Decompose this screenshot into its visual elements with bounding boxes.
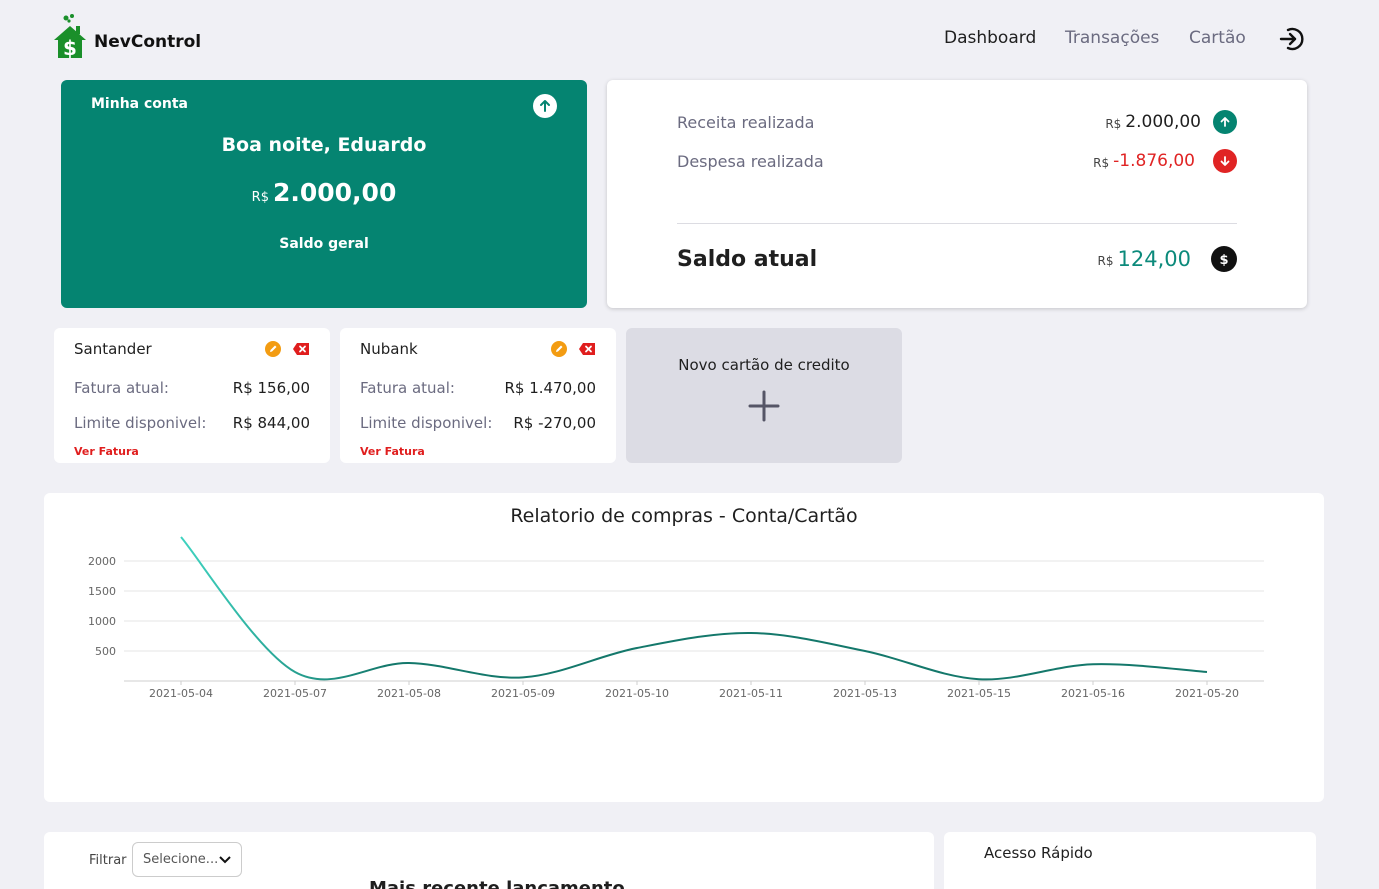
credit-card-santander: Santander Fatura atual: R$ 156,00 Limite… [54,328,330,463]
recent-title: Mais recente lançamento [369,878,625,889]
view-invoice-link[interactable]: Ver Fatura [360,445,425,458]
currency-symbol: R$ [1093,156,1110,170]
limit-label: Limite disponivel: [74,414,207,432]
balance-value: 124,00 [1117,247,1191,271]
limit-label: Limite disponivel: [360,414,493,432]
currency-symbol: R$ [251,190,269,205]
currency-symbol: R$ [1097,254,1114,268]
limit-row: Limite disponivel: R$ -270,00 [360,414,596,432]
x-tick-label: 2021-05-07 [263,687,327,700]
invoice-value: R$ 1.470,00 [504,379,596,397]
limit-value: R$ 844,00 [232,414,310,432]
view-invoice-link[interactable]: Ver Fatura [74,445,139,458]
account-label: Minha conta [91,96,189,112]
account-card: Minha conta Boa noite, Eduardo R$ 2.000,0… [61,80,587,308]
svg-text:$: $ [1219,253,1228,266]
invoice-label: Fatura atual: [74,379,169,397]
quick-access-title: Acesso Rápido [984,844,1093,862]
y-tick-label: 1000 [88,615,116,628]
edit-icon[interactable] [551,341,567,357]
expense-value: -1.876,00 [1113,151,1195,171]
series-line [180,536,1208,681]
plus-icon [748,390,780,422]
invoice-label: Fatura atual: [360,379,455,397]
y-tick-label: 500 [95,645,116,658]
card-name: Nubank [360,340,418,358]
purchases-chart-card: Relatorio de compras - Conta/Cartão 500 1… [44,493,1324,802]
currency-symbol: R$ [1105,117,1122,131]
x-tick-label: 2021-05-20 [1175,687,1239,700]
account-subtitle: Saldo geral [279,236,369,252]
x-tick-label: 2021-05-04 [149,687,213,700]
credit-card-nubank: Nubank Fatura atual: R$ 1.470,00 Limite … [340,328,616,463]
chevron-down-icon [219,855,231,863]
limit-value: R$ -270,00 [513,414,596,432]
income-label: Receita realizada [677,112,815,132]
delete-icon[interactable] [578,342,596,356]
greeting: Boa noite, Eduardo [221,134,427,156]
dollar-icon: $ [1211,246,1237,272]
income-row: Receita realizada R$ 2.000,00 [677,110,1237,134]
x-tick-label: 2021-05-08 [377,687,441,700]
new-credit-card-button[interactable]: Novo cartão de credito [626,328,902,463]
invoice-row: Fatura atual: R$ 1.470,00 [360,379,596,397]
x-tick-label: 2021-05-16 [1061,687,1125,700]
balance-label: Saldo atual [677,246,818,272]
filter-select[interactable]: Selecione... [132,842,242,877]
y-tick-label: 2000 [88,555,116,568]
x-tick-label: 2021-05-10 [605,687,669,700]
quick-access-card: Acesso Rápido [944,832,1316,889]
invoice-value: R$ 156,00 [232,379,310,397]
balance-row: Saldo atual R$ 124,00 $ [677,246,1237,272]
delete-icon[interactable] [292,342,310,356]
expense-label: Despesa realizada [677,151,824,171]
arrow-up-icon[interactable] [533,94,557,118]
invoice-row: Fatura atual: R$ 156,00 [74,379,310,397]
divider [677,223,1237,224]
recent-entries-card: Filtrar Selecione... Mais recente lançam… [44,832,934,889]
filter-label: Filtrar [89,853,127,868]
balance-value: 2.000,00 [272,178,397,207]
income-value: 2.000,00 [1125,112,1201,132]
filter-selected: Selecione... [143,852,219,867]
line-chart: 500 1000 1500 2000 2021-05-04 2021-05-07 2021-… [88,536,1264,700]
x-tick-label: 2021-05-09 [491,687,555,700]
new-card-label: Novo cartão de credito [678,356,850,374]
nav-transacoes[interactable]: Transações [1065,28,1159,48]
summary-card: Receita realizada R$ 2.000,00 Despesa re… [607,80,1307,308]
expense-row: Despesa realizada R$ -1.876,00 [677,149,1237,173]
account-balance: R$ 2.000,00 [61,178,587,207]
limit-row: Limite disponivel: R$ 844,00 [74,414,310,432]
x-tick-label: 2021-05-15 [947,687,1011,700]
card-name: Santander [74,340,152,358]
main-nav: Dashboard Transações Cartão [0,28,1379,52]
y-tick-label: 1500 [88,585,116,598]
logout-icon[interactable] [1278,26,1306,52]
arrow-down-icon [1213,149,1237,173]
x-tick-label: 2021-05-11 [719,687,783,700]
x-tick-label: 2021-05-13 [833,687,897,700]
nav-cartao[interactable]: Cartão [1189,28,1246,48]
nav-dashboard[interactable]: Dashboard [944,28,1036,48]
arrow-up-icon [1213,110,1237,134]
edit-icon[interactable] [265,341,281,357]
